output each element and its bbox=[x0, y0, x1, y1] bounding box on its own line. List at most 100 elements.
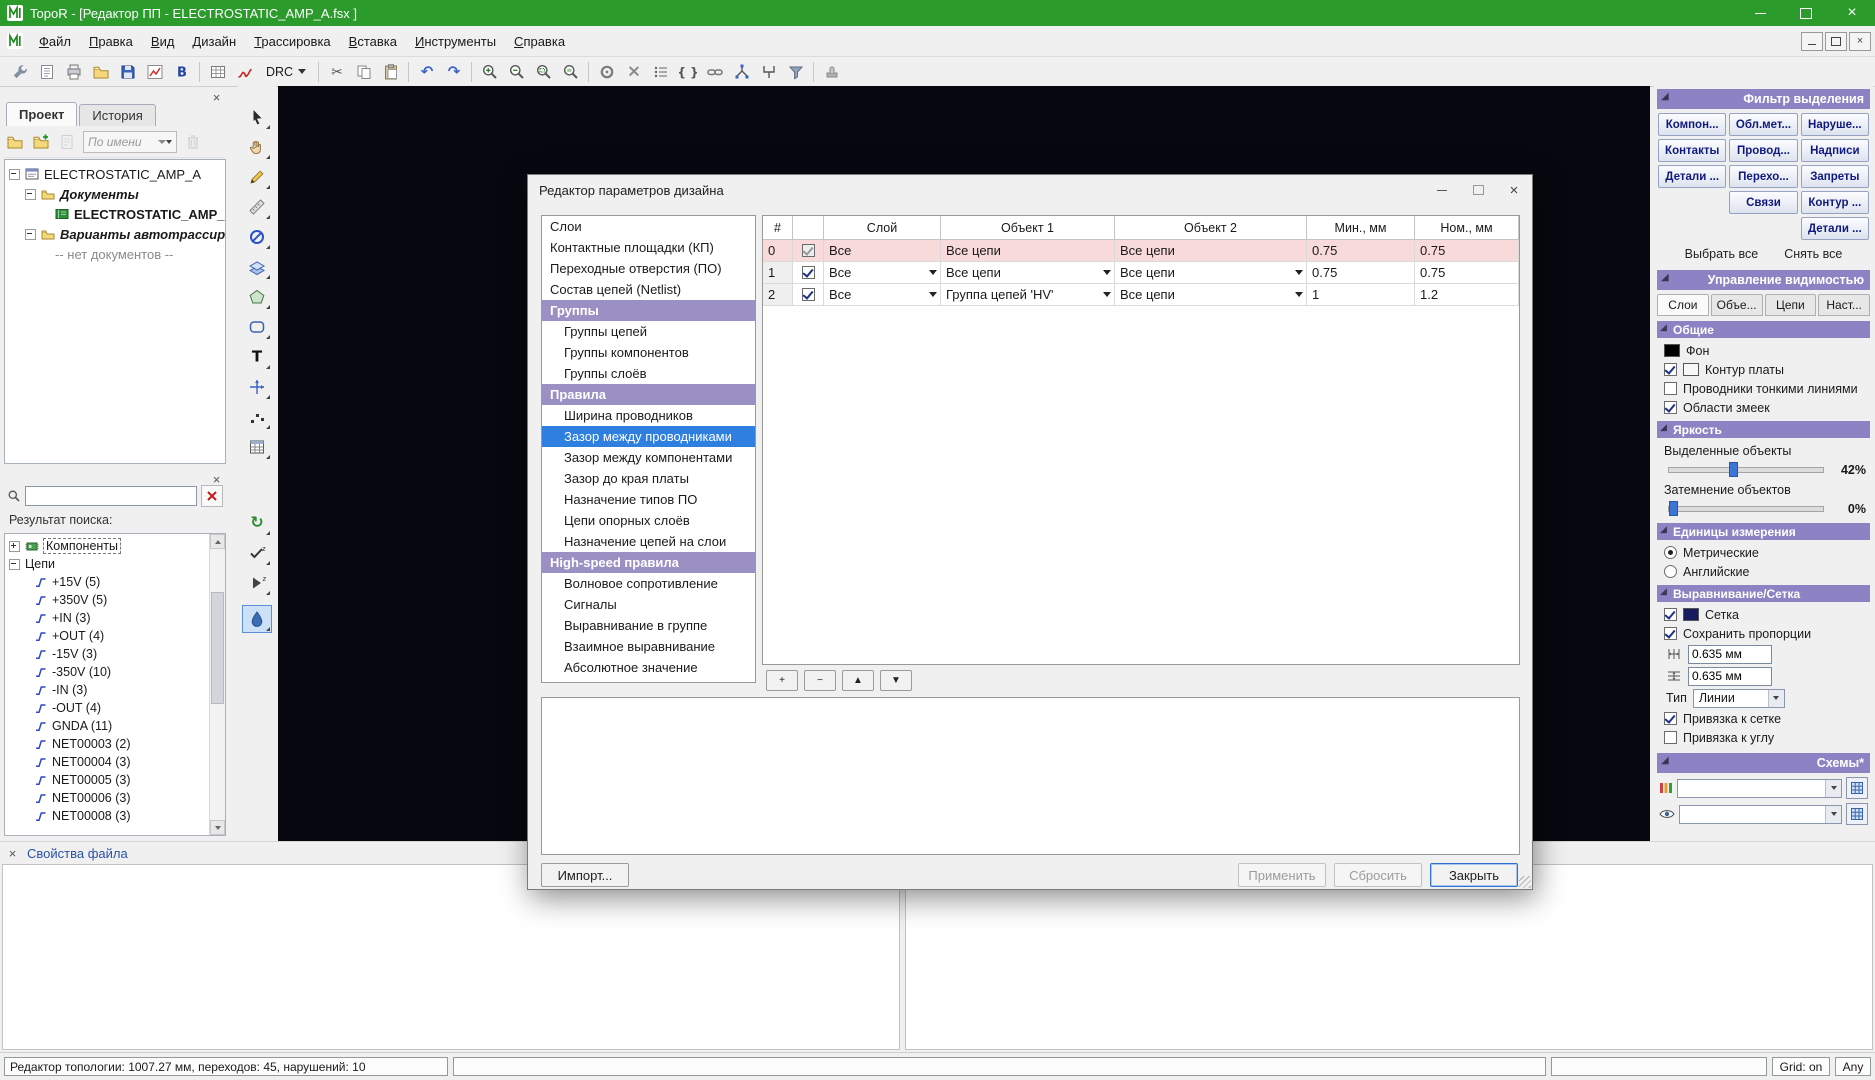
section-header-units[interactable]: Единицы измерения bbox=[1657, 523, 1870, 540]
grid-color-swatch[interactable] bbox=[1683, 608, 1699, 621]
visibility-header[interactable]: Управление видимостью bbox=[1657, 270, 1870, 290]
dialog-close-action-button[interactable]: Закрыть bbox=[1430, 863, 1518, 887]
tree-scrollbar[interactable] bbox=[209, 534, 225, 835]
tab-history[interactable]: История bbox=[79, 104, 156, 126]
zoomout-button[interactable] bbox=[503, 58, 530, 85]
window-minimize-button[interactable] bbox=[1737, 0, 1783, 26]
nav-item[interactable]: Состав цепей (Netlist) bbox=[542, 279, 755, 300]
nav-item[interactable]: Группы цепей bbox=[542, 321, 755, 342]
clear-search-button[interactable] bbox=[201, 485, 223, 507]
project-panel-close-icon[interactable]: × bbox=[208, 89, 225, 106]
net-item[interactable]: +IN (3) bbox=[5, 609, 225, 627]
zoomfit-button[interactable] bbox=[557, 58, 584, 85]
mdi-minimize-button[interactable] bbox=[1801, 31, 1823, 51]
penred-button[interactable] bbox=[231, 58, 258, 85]
document-properties-icon[interactable] bbox=[57, 132, 77, 152]
tree-item[interactable]: ELECTROSTATIC_AMP_A bbox=[5, 204, 225, 224]
color-swatch[interactable] bbox=[1683, 363, 1699, 376]
tool-pencil-button[interactable] bbox=[242, 163, 272, 191]
tool-noentry-button[interactable] bbox=[242, 223, 272, 251]
tree-item[interactable]: -- нет документов -- bbox=[5, 244, 225, 264]
reset-button[interactable]: Сбросить bbox=[1334, 863, 1422, 887]
nav-item[interactable]: Группы компонентов bbox=[542, 342, 755, 363]
min-clearance-cell[interactable]: 0.75 bbox=[1307, 240, 1415, 262]
filter-button-details-1[interactable]: Детали ... bbox=[1658, 165, 1727, 188]
filter-button-labels[interactable]: Надписи bbox=[1800, 139, 1869, 162]
treey-button[interactable] bbox=[728, 58, 755, 85]
nav-item[interactable]: Зазор между компонентами bbox=[542, 447, 755, 468]
selection-filter-header[interactable]: Фильтр выделения bbox=[1657, 89, 1870, 109]
filter-button-keepouts[interactable]: Запреты bbox=[1800, 165, 1869, 188]
nav-item[interactable]: Группы bbox=[542, 300, 755, 321]
mdi-restore-button[interactable] bbox=[1825, 31, 1847, 51]
scroll-up-arrow[interactable] bbox=[210, 534, 225, 549]
xdel-button[interactable]: × bbox=[620, 58, 647, 85]
add-document-icon[interactable] bbox=[31, 132, 51, 152]
section-header-grid[interactable]: Выравнивание/Сетка bbox=[1657, 585, 1870, 602]
filter-button-pads[interactable]: Контакты bbox=[1658, 139, 1727, 162]
window-maximize-button[interactable] bbox=[1783, 0, 1829, 26]
net-item[interactable]: +350V (5) bbox=[5, 591, 225, 609]
grid-step-y-field[interactable] bbox=[1688, 666, 1772, 686]
nav-item[interactable]: Волновое сопротивление bbox=[542, 573, 755, 594]
tab-project[interactable]: Проект bbox=[6, 102, 78, 126]
slider-thumb[interactable] bbox=[1669, 501, 1678, 516]
grid-step-x-field[interactable] bbox=[1688, 644, 1772, 664]
radio-button[interactable] bbox=[1664, 565, 1677, 578]
stamp-button[interactable] bbox=[818, 58, 845, 85]
nav-item[interactable]: Выравнивание в группе bbox=[542, 615, 755, 636]
list-button[interactable] bbox=[647, 58, 674, 85]
filter-button-vias[interactable]: Перехо... bbox=[1729, 165, 1798, 188]
tool-checkz-button[interactable]: z bbox=[242, 539, 272, 567]
tab-nets[interactable]: Цепи bbox=[1764, 294, 1817, 316]
visibility-option[interactable]: Проводники тонкими линиями bbox=[1657, 379, 1870, 398]
menu-file[interactable]: Файл bbox=[30, 29, 80, 54]
net-item[interactable]: NET00008 (3) bbox=[5, 807, 225, 825]
expander-minus-icon[interactable] bbox=[9, 558, 20, 570]
tab-objects[interactable]: Объе... bbox=[1710, 294, 1763, 316]
layer-cell[interactable]: Все bbox=[824, 262, 941, 284]
menu-routing[interactable]: Трассировка bbox=[245, 29, 340, 54]
tree-item[interactable]: ELECTROSTATIC_AMP_A bbox=[5, 164, 225, 184]
move-down-button[interactable]: ▼ bbox=[880, 670, 912, 691]
tool-dots-button[interactable] bbox=[242, 403, 272, 431]
filter-button-board-outline[interactable]: Контур ... bbox=[1800, 191, 1869, 214]
nominal-clearance-cell[interactable]: 0.75 bbox=[1415, 262, 1519, 284]
scroll-down-arrow[interactable] bbox=[210, 820, 225, 835]
net-item[interactable]: GNDA (11) bbox=[5, 717, 225, 735]
funnel-button[interactable] bbox=[782, 58, 809, 85]
zoomsel-button[interactable] bbox=[530, 58, 557, 85]
tool-hand-button[interactable] bbox=[242, 133, 272, 161]
expander-minus-icon[interactable] bbox=[25, 188, 36, 200]
filter-button-details-2[interactable]: Детали ... bbox=[1800, 217, 1869, 240]
grid-status[interactable]: Grid: on bbox=[1772, 1057, 1830, 1076]
filter-button-wires[interactable]: Провод... bbox=[1729, 139, 1798, 162]
filter-button-components[interactable]: Компон... bbox=[1658, 113, 1727, 136]
checkbox[interactable] bbox=[1664, 382, 1677, 395]
paste-button[interactable] bbox=[377, 58, 404, 85]
tool-refresh-button[interactable]: ↻ bbox=[242, 509, 272, 537]
nominal-clearance-cell[interactable]: 0.75 bbox=[1415, 240, 1519, 262]
nav-item[interactable]: Ширина проводников bbox=[542, 405, 755, 426]
nav-item[interactable]: Абсолютное значение bbox=[542, 657, 755, 678]
tool-playz-button[interactable]: z bbox=[242, 569, 272, 597]
object1-cell[interactable]: Все цепи bbox=[941, 240, 1115, 262]
drc-dropdown[interactable]: DRC bbox=[258, 58, 314, 85]
net-item[interactable]: +15V (5) bbox=[5, 573, 225, 591]
tool-polygon-button[interactable] bbox=[242, 283, 272, 311]
net-item[interactable]: +OUT (4) bbox=[5, 627, 225, 645]
fork-button[interactable] bbox=[755, 58, 782, 85]
net-item[interactable]: NET00003 (2) bbox=[5, 735, 225, 753]
add-row-button[interactable]: + bbox=[766, 670, 798, 691]
nav-item[interactable]: Назначение цепей на слои bbox=[542, 531, 755, 552]
object1-cell[interactable]: Все цепи bbox=[941, 262, 1115, 284]
nav-item[interactable]: Правила bbox=[542, 384, 755, 405]
snap-to-grid-option[interactable]: Привязка к сетке bbox=[1657, 709, 1870, 728]
keep-proportions-option[interactable]: Сохранить пропорции bbox=[1657, 624, 1870, 643]
save-visibility-scheme-button[interactable] bbox=[1846, 803, 1868, 825]
layer-cell[interactable]: Все bbox=[824, 284, 941, 306]
radio-button[interactable] bbox=[1664, 546, 1677, 559]
visibility-option[interactable]: Области змеек bbox=[1657, 398, 1870, 417]
zoomin-button[interactable] bbox=[476, 58, 503, 85]
file-panel-close-icon[interactable]: × bbox=[4, 845, 21, 862]
